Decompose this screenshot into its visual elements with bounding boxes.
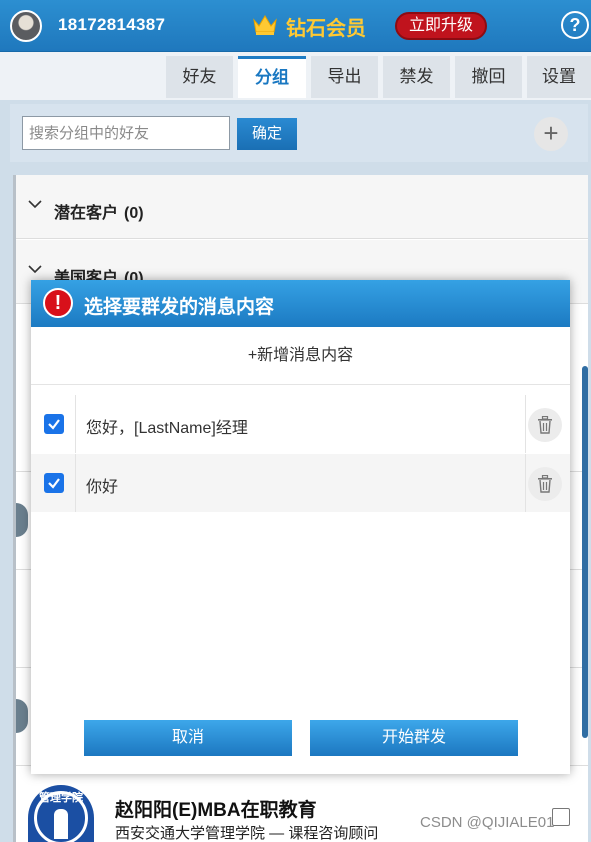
group-row[interactable]: 潜在客户 (0) [16, 175, 588, 239]
help-icon[interactable]: ? [561, 11, 589, 39]
message-text: 您好，[LastName]经理 [86, 420, 248, 437]
tab-bar: 好友 分组 导出 禁发 撤回 设置 [0, 52, 591, 100]
account-phone: 18172814387 [58, 15, 166, 34]
dialog-header: ! 选择要群发的消息内容 [31, 280, 570, 327]
tab-friends[interactable]: 好友 [166, 56, 233, 98]
add-message-button[interactable]: +新增消息内容 [31, 327, 570, 385]
contact-checkbox[interactable] [552, 808, 570, 826]
contact-description: 西安交通大学管理学院 — 课程咨询顾问 [115, 825, 379, 842]
upgrade-button[interactable]: 立即升级 [395, 12, 487, 40]
warning-icon: ! [43, 288, 73, 318]
dialog-title: 选择要群发的消息内容 [84, 297, 275, 318]
top-bar: 18172814387 钻石会员 立即升级 ? [0, 0, 591, 52]
watermark: CSDN @QIJIALE01 [420, 814, 555, 831]
avatar [16, 699, 28, 733]
chevron-down-icon [28, 265, 42, 274]
message-checkbox[interactable] [44, 473, 64, 493]
crown-icon [253, 15, 277, 35]
avatar [16, 503, 28, 537]
contact-name: 赵阳阳(E)MBA在职教育 [115, 800, 317, 821]
tab-settings[interactable]: 设置 [527, 56, 591, 98]
tab-recall[interactable]: 撤回 [455, 56, 522, 98]
search-input[interactable] [22, 116, 230, 150]
trash-icon[interactable] [528, 408, 562, 442]
scrollbar[interactable] [582, 366, 588, 738]
broadcast-dialog: ! 选择要群发的消息内容 +新增消息内容 您好，[LastName]经理 你好 [31, 280, 570, 774]
tab-export[interactable]: 导出 [311, 56, 378, 98]
message-row: 你好 [31, 454, 570, 512]
start-broadcast-button[interactable]: 开始群发 [310, 720, 518, 756]
confirm-button[interactable]: 确定 [237, 118, 297, 150]
tab-groups[interactable]: 分组 [238, 56, 306, 98]
trash-icon[interactable] [528, 467, 562, 501]
group-label: 潜在客户 (0) [54, 205, 144, 222]
vip-title: 钻石会员 [286, 18, 366, 40]
message-text: 你好 [86, 479, 119, 496]
contact-avatar: 管理学院 [28, 785, 94, 842]
user-avatar[interactable] [10, 10, 42, 42]
cancel-button[interactable]: 取消 [84, 720, 292, 756]
message-checkbox[interactable] [44, 414, 64, 434]
message-row: 您好，[LastName]经理 [31, 395, 570, 453]
search-area: 确定 + [10, 104, 588, 162]
chevron-down-icon [28, 200, 42, 209]
tab-block[interactable]: 禁发 [383, 56, 450, 98]
add-group-button[interactable]: + [534, 117, 568, 151]
